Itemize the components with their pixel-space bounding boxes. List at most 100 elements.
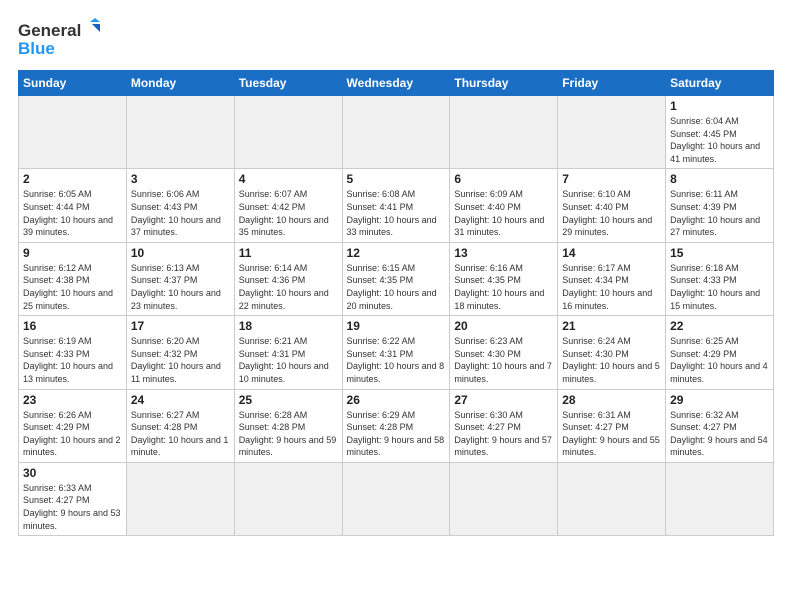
day-number: 18	[239, 319, 338, 333]
day-number: 14	[562, 246, 661, 260]
calendar-cell	[558, 96, 666, 169]
calendar-cell: 28Sunrise: 6:31 AMSunset: 4:27 PMDayligh…	[558, 389, 666, 462]
day-info: Sunrise: 6:10 AMSunset: 4:40 PMDaylight:…	[562, 188, 661, 238]
calendar-cell	[342, 462, 450, 535]
weekday-header-friday: Friday	[558, 71, 666, 96]
calendar-cell: 13Sunrise: 6:16 AMSunset: 4:35 PMDayligh…	[450, 242, 558, 315]
calendar-cell: 9Sunrise: 6:12 AMSunset: 4:38 PMDaylight…	[19, 242, 127, 315]
calendar-cell: 16Sunrise: 6:19 AMSunset: 4:33 PMDayligh…	[19, 316, 127, 389]
calendar-week-4: 16Sunrise: 6:19 AMSunset: 4:33 PMDayligh…	[19, 316, 774, 389]
calendar-cell: 6Sunrise: 6:09 AMSunset: 4:40 PMDaylight…	[450, 169, 558, 242]
calendar-cell: 1 Sunrise: 6:04 AMSunset: 4:45 PMDaylight…	[666, 96, 774, 169]
calendar-cell	[450, 96, 558, 169]
day-info: Sunrise: 6:30 AMSunset: 4:27 PMDaylight:…	[454, 409, 553, 459]
day-number: 27	[454, 393, 553, 407]
calendar-cell: 17 Sunrise: 6:20 AMSunset: 4:32 PMDayligh…	[126, 316, 234, 389]
calendar-cell: 11Sunrise: 6:14 AMSunset: 4:36 PMDayligh…	[234, 242, 342, 315]
calendar-cell: 21 Sunrise: 6:24 AMSunset: 4:30 PMDayligh…	[558, 316, 666, 389]
calendar-cell: 4 Sunrise: 6:07 AMSunset: 4:42 PMDaylight…	[234, 169, 342, 242]
day-info: Sunrise: 6:08 AMSunset: 4:41 PMDaylight:…	[347, 188, 446, 238]
day-info: Sunrise: 6:07 AMSunset: 4:42 PMDaylight:…	[239, 188, 338, 238]
day-number: 4	[239, 172, 338, 186]
day-info: Sunrise: 6:23 AMSunset: 4:30 PMDaylight:…	[454, 335, 553, 385]
day-number: 19	[347, 319, 446, 333]
weekday-header-thursday: Thursday	[450, 71, 558, 96]
day-info: Sunrise: 6:06 AMSunset: 4:43 PMDaylight:…	[131, 188, 230, 238]
calendar-cell	[126, 96, 234, 169]
day-number: 23	[23, 393, 122, 407]
day-number: 9	[23, 246, 122, 260]
day-info: Sunrise: 6:05 AMSunset: 4:44 PMDaylight:…	[23, 188, 122, 238]
day-info: Sunrise: 6:22 AMSunset: 4:31 PMDaylight:…	[347, 335, 446, 385]
day-info: Sunrise: 6:25 AMSunset: 4:29 PMDaylight:…	[670, 335, 769, 385]
day-info: Sunrise: 6:33 AMSunset: 4:27 PMDaylight:…	[23, 482, 122, 532]
day-number: 26	[347, 393, 446, 407]
logo-svg: General Blue	[18, 18, 108, 60]
calendar-cell	[342, 96, 450, 169]
day-info: Sunrise: 6:17 AMSunset: 4:34 PMDaylight:…	[562, 262, 661, 312]
svg-text:General: General	[18, 21, 81, 40]
calendar-cell: 24 Sunrise: 6:27 AMSunset: 4:28 PMDayligh…	[126, 389, 234, 462]
day-info: Sunrise: 6:09 AMSunset: 4:40 PMDaylight:…	[454, 188, 553, 238]
day-number: 17	[131, 319, 230, 333]
day-info: Sunrise: 6:21 AMSunset: 4:31 PMDaylight:…	[239, 335, 338, 385]
calendar-cell	[558, 462, 666, 535]
calendar-week-1: 1 Sunrise: 6:04 AMSunset: 4:45 PMDaylight…	[19, 96, 774, 169]
day-number: 12	[347, 246, 446, 260]
weekday-header-wednesday: Wednesday	[342, 71, 450, 96]
day-number: 7	[562, 172, 661, 186]
calendar-table: SundayMondayTuesdayWednesdayThursdayFrid…	[18, 70, 774, 536]
calendar-cell: 5Sunrise: 6:08 AMSunset: 4:41 PMDaylight…	[342, 169, 450, 242]
day-info: Sunrise: 6:24 AMSunset: 4:30 PMDaylight:…	[562, 335, 661, 385]
day-number: 29	[670, 393, 769, 407]
calendar-cell: 27 Sunrise: 6:30 AMSunset: 4:27 PMDayligh…	[450, 389, 558, 462]
calendar-cell: 10 Sunrise: 6:13 AMSunset: 4:37 PMDayligh…	[126, 242, 234, 315]
day-number: 22	[670, 319, 769, 333]
calendar-cell: 3 Sunrise: 6:06 AMSunset: 4:43 PMDaylight…	[126, 169, 234, 242]
calendar-week-2: 2 Sunrise: 6:05 AMSunset: 4:44 PMDaylight…	[19, 169, 774, 242]
day-info: Sunrise: 6:32 AMSunset: 4:27 PMDaylight:…	[670, 409, 769, 459]
calendar-cell: 22 Sunrise: 6:25 AMSunset: 4:29 PMDayligh…	[666, 316, 774, 389]
day-number: 24	[131, 393, 230, 407]
day-info: Sunrise: 6:13 AMSunset: 4:37 PMDaylight:…	[131, 262, 230, 312]
day-info: Sunrise: 6:15 AMSunset: 4:35 PMDaylight:…	[347, 262, 446, 312]
calendar-cell: 15 Sunrise: 6:18 AMSunset: 4:33 PMDayligh…	[666, 242, 774, 315]
calendar-cell: 26Sunrise: 6:29 AMSunset: 4:28 PMDayligh…	[342, 389, 450, 462]
svg-text:Blue: Blue	[18, 39, 55, 58]
day-number: 10	[131, 246, 230, 260]
day-info: Sunrise: 6:28 AMSunset: 4:28 PMDaylight:…	[239, 409, 338, 459]
calendar-cell: 19 Sunrise: 6:22 AMSunset: 4:31 PMDayligh…	[342, 316, 450, 389]
calendar-cell: 18 Sunrise: 6:21 AMSunset: 4:31 PMDayligh…	[234, 316, 342, 389]
calendar-cell	[126, 462, 234, 535]
day-number: 20	[454, 319, 553, 333]
weekday-header-saturday: Saturday	[666, 71, 774, 96]
calendar-cell: 30 Sunrise: 6:33 AMSunset: 4:27 PMDayligh…	[19, 462, 127, 535]
day-number: 13	[454, 246, 553, 260]
day-info: Sunrise: 6:20 AMSunset: 4:32 PMDaylight:…	[131, 335, 230, 385]
day-info: Sunrise: 6:26 AMSunset: 4:29 PMDaylight:…	[23, 409, 122, 459]
calendar-cell	[19, 96, 127, 169]
day-number: 8	[670, 172, 769, 186]
day-number: 25	[239, 393, 338, 407]
calendar-week-5: 23 Sunrise: 6:26 AMSunset: 4:29 PMDayligh…	[19, 389, 774, 462]
day-number: 3	[131, 172, 230, 186]
weekday-header-sunday: Sunday	[19, 71, 127, 96]
day-number: 2	[23, 172, 122, 186]
day-info: Sunrise: 6:11 AMSunset: 4:39 PMDaylight:…	[670, 188, 769, 238]
day-info: Sunrise: 6:18 AMSunset: 4:33 PMDaylight:…	[670, 262, 769, 312]
calendar-cell: 25 Sunrise: 6:28 AMSunset: 4:28 PMDayligh…	[234, 389, 342, 462]
weekday-header-monday: Monday	[126, 71, 234, 96]
day-number: 1	[670, 99, 769, 113]
day-info: Sunrise: 6:04 AMSunset: 4:45 PMDaylight:…	[670, 115, 769, 165]
calendar-week-3: 9Sunrise: 6:12 AMSunset: 4:38 PMDaylight…	[19, 242, 774, 315]
calendar-cell: 7 Sunrise: 6:10 AMSunset: 4:40 PMDaylight…	[558, 169, 666, 242]
calendar-cell: 2 Sunrise: 6:05 AMSunset: 4:44 PMDaylight…	[19, 169, 127, 242]
day-number: 30	[23, 466, 122, 480]
weekday-header-row: SundayMondayTuesdayWednesdayThursdayFrid…	[19, 71, 774, 96]
calendar-cell: 29 Sunrise: 6:32 AMSunset: 4:27 PMDayligh…	[666, 389, 774, 462]
day-number: 15	[670, 246, 769, 260]
day-number: 21	[562, 319, 661, 333]
header: General Blue	[18, 18, 774, 60]
calendar-cell	[234, 462, 342, 535]
day-info: Sunrise: 6:27 AMSunset: 4:28 PMDaylight:…	[131, 409, 230, 459]
